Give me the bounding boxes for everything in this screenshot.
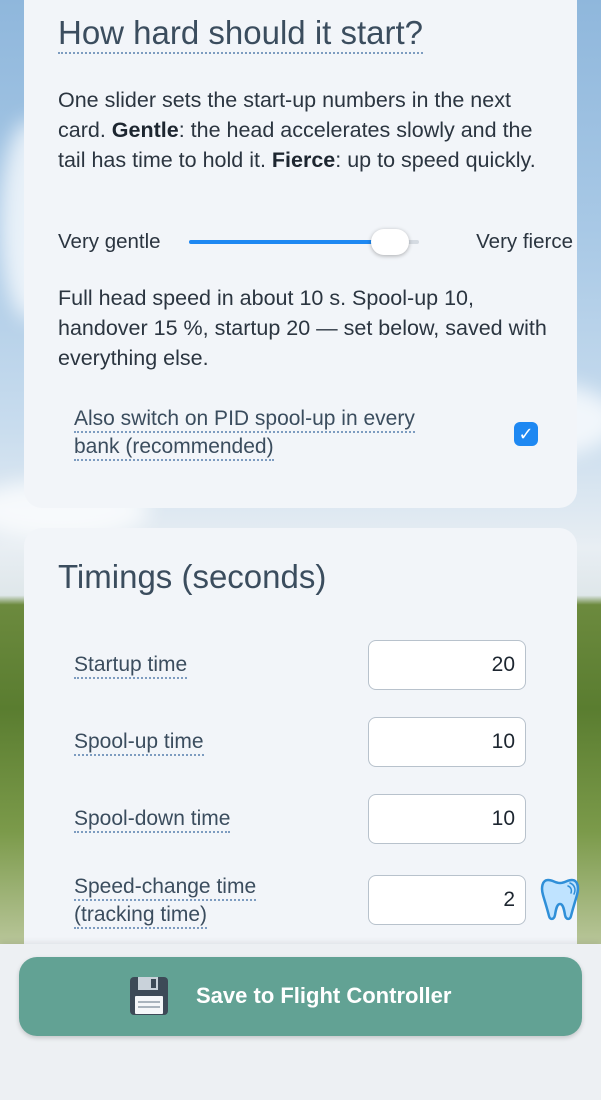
startup-time-input[interactable]: 20 [368,640,526,690]
slider-thumb[interactable] [371,229,410,255]
speed-change-time-sublabel: (tracking time) [74,903,208,929]
footer-bar: Save to Flight Controller [0,944,601,1100]
timings-card-title: Timings (seconds) [58,558,327,595]
spooldown-time-input[interactable]: 10 [368,794,526,844]
spooldown-time-label: Spool-down time [74,807,231,833]
save-button-label: Save to Flight Controller [196,983,452,1008]
startup-time-label-wrap: Startup time [74,651,188,679]
pid-spoolup-checkbox[interactable]: ✓ [514,422,538,446]
pid-spoolup-label-wrap: Also switch on PID spool-up in every ban… [74,405,464,461]
aggressiveness-slider-row: Very gentle Very fierce [58,228,573,258]
spoolup-time-label: Spool-up time [74,730,204,756]
timings-card: Timings (seconds) Startup time 20 Spool-… [24,528,577,958]
startup-time-label: Startup time [74,653,188,679]
slider-min-label: Very gentle [58,230,161,253]
speed-change-label-wrap: Speed-change time (tracking time) [74,873,257,929]
save-to-fc-button[interactable]: Save to Flight Controller [19,957,582,1036]
intro-text-3: : up to speed quickly. [335,148,536,172]
speed-change-time-input[interactable]: 2 [368,875,526,925]
spool-summary-text: Full head speed in about 10 s. Spool-up … [58,286,547,370]
spool-settings-card: How hard should it start? One slider set… [24,0,577,508]
spool-card-title: How hard should it start? [58,14,424,54]
pid-spoolup-label: Also switch on PID spool-up in every ban… [74,407,415,461]
startup-time-row: Startup time 20 [74,640,526,690]
intro-gentle: Gentle [111,118,179,142]
spooldown-time-row: Spool-down time 10 [74,794,526,844]
spoolup-time-label-wrap: Spool-up time [74,728,204,756]
spooldown-time-label-wrap: Spool-down time [74,805,231,833]
speed-change-time-row: Speed-change time (tracking time) 2 [74,875,526,929]
spool-card-title-text: How hard should it start? [58,14,424,54]
floppy-disk-icon [130,977,168,1015]
intro-text: One slider sets the start-up numbers in … [58,85,548,175]
intro-fierce: Fierce [271,148,336,172]
tooth-icon[interactable] [540,876,580,922]
speed-change-time-label: Speed-change time [74,875,257,901]
spoolup-time-row: Spool-up time 10 [74,717,526,767]
pid-spoolup-option[interactable]: Also switch on PID spool-up in every ban… [74,405,538,461]
spoolup-time-input[interactable]: 10 [368,717,526,767]
slider-max-label: Very fierce [476,230,573,253]
